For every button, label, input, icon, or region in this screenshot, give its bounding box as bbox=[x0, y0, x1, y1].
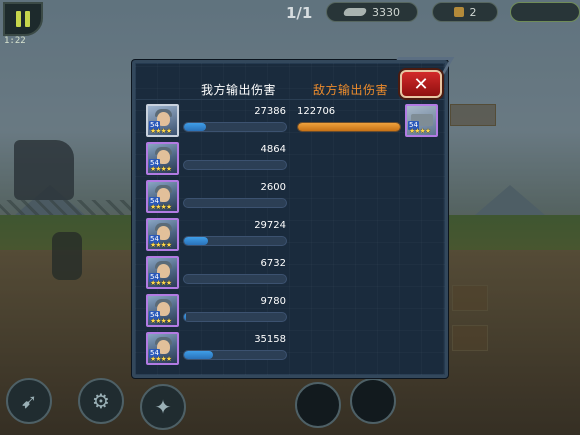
damage-bar bbox=[183, 160, 287, 170]
damage-value: 2600 bbox=[260, 182, 286, 193]
damage-value: 29724 bbox=[254, 220, 286, 231]
unit-stars: ★★★★ bbox=[150, 355, 172, 363]
enemy-damage-value: 122706 bbox=[297, 106, 336, 117]
ally-unit-row: 54 ★★★★ 6732 bbox=[146, 256, 296, 290]
gold-amount: 3330 bbox=[372, 5, 400, 19]
damage-bar-fill bbox=[184, 313, 187, 321]
battle-timer: 1:22 bbox=[4, 36, 26, 46]
chest-icon bbox=[453, 7, 464, 17]
unit-stars: ★★★★ bbox=[150, 279, 172, 287]
damage-bar-fill bbox=[184, 237, 209, 245]
unit-stars: ★★★★ bbox=[150, 317, 172, 325]
unit-stars: ★★★★ bbox=[150, 127, 172, 135]
coin-icon bbox=[342, 8, 368, 16]
ally-unit-row: 54 ★★★★ 2600 bbox=[146, 180, 296, 214]
ally-unit-row: 54 ★★★★ 35158 bbox=[146, 332, 296, 366]
damage-value: 4864 bbox=[260, 144, 286, 155]
enemy-damage-bar bbox=[297, 122, 401, 132]
missile-icon: ➹ bbox=[20, 389, 38, 413]
skill-button-empty[interactable] bbox=[350, 378, 396, 424]
damage-bar bbox=[183, 274, 287, 284]
unit-portrait[interactable]: 54 ★★★★ bbox=[146, 180, 179, 213]
damage-bar bbox=[183, 312, 287, 322]
tab-enemy-damage[interactable]: 敌方输出伤害 bbox=[313, 81, 388, 98]
unit-stars: ★★★★ bbox=[409, 127, 431, 135]
damage-bar bbox=[183, 122, 287, 132]
gear-icon: ⚙ bbox=[92, 389, 110, 413]
enemy-unit-row: 122706 54 ★★★★ bbox=[295, 104, 445, 138]
pause-icon bbox=[16, 11, 21, 27]
pause-icon-bar bbox=[25, 11, 30, 27]
unit-portrait[interactable]: 54 ★★★★ bbox=[146, 142, 179, 175]
unit-portrait[interactable]: 54 ★★★★ bbox=[146, 256, 179, 289]
damage-value: 35158 bbox=[254, 334, 286, 345]
item-display: 2 bbox=[432, 2, 498, 22]
resource-display bbox=[510, 2, 580, 22]
damage-stats-panel: 我方输出伤害 敌方输出伤害 ✕ 54 ★★★★ 27386 54 ★★★★ 48… bbox=[132, 57, 455, 378]
unit-portrait[interactable]: 54 ★★★★ bbox=[146, 218, 179, 251]
unit-portrait[interactable]: 54 ★★★★ bbox=[146, 332, 179, 365]
damage-value: 9780 bbox=[260, 296, 286, 307]
skill-button-empty[interactable] bbox=[295, 382, 341, 428]
damage-bar bbox=[183, 236, 287, 246]
pause-button[interactable] bbox=[3, 2, 43, 36]
damage-bar-fill bbox=[184, 123, 207, 131]
skill-button-gear[interactable]: ⚙ bbox=[78, 378, 124, 424]
tab-ally-damage[interactable]: 我方输出伤害 bbox=[201, 81, 276, 98]
damage-bar-fill bbox=[184, 351, 213, 359]
skill-button-missile[interactable]: ➹ bbox=[6, 378, 52, 424]
close-icon: ✕ bbox=[413, 73, 429, 95]
ally-unit-row: 54 ★★★★ 29724 bbox=[146, 218, 296, 252]
ally-unit-row: 54 ★★★★ 27386 bbox=[146, 104, 296, 138]
damage-value: 27386 bbox=[254, 106, 286, 117]
unit-portrait[interactable]: 54 ★★★★ bbox=[146, 104, 179, 137]
item-count: 2 bbox=[469, 5, 477, 19]
unit-stars: ★★★★ bbox=[150, 203, 172, 211]
unit-stars: ★★★★ bbox=[150, 165, 172, 173]
damage-value: 6732 bbox=[260, 258, 286, 269]
damage-bar bbox=[183, 350, 287, 360]
tab-divider bbox=[135, 99, 445, 100]
unit-stars: ★★★★ bbox=[150, 241, 172, 249]
wave-counter: 1/1 bbox=[286, 4, 313, 22]
unit-portrait[interactable]: 54 ★★★★ bbox=[146, 294, 179, 327]
ally-unit-row: 54 ★★★★ 9780 bbox=[146, 294, 296, 328]
ally-unit-row: 54 ★★★★ 4864 bbox=[146, 142, 296, 176]
enemy-unit-portrait[interactable]: 54 ★★★★ bbox=[405, 104, 438, 137]
star-icon: ✦ bbox=[154, 395, 172, 419]
enemy-damage-bar-fill bbox=[298, 123, 400, 131]
gold-display: 3330 bbox=[326, 2, 418, 22]
skill-button-star[interactable]: ✦ bbox=[140, 384, 186, 430]
damage-bar bbox=[183, 198, 287, 208]
close-button[interactable]: ✕ bbox=[400, 70, 442, 98]
